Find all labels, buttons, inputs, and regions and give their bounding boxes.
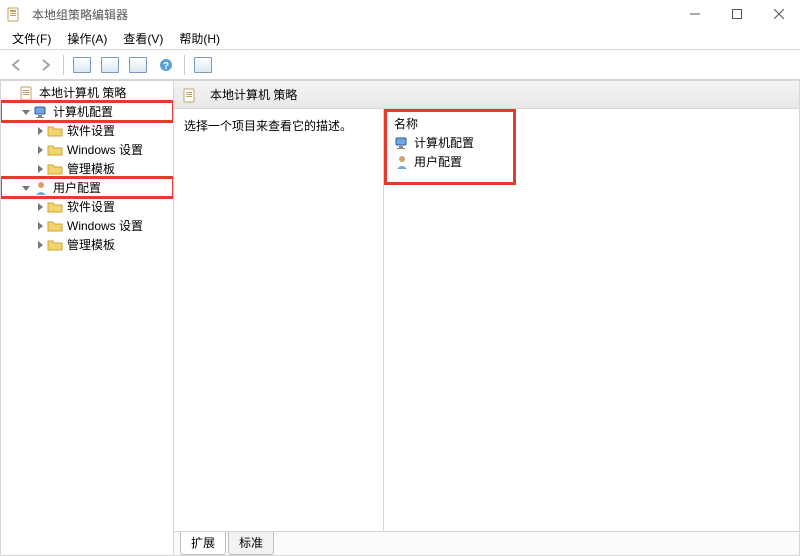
description-prompt: 选择一个项目来查看它的描述。 [184, 119, 352, 133]
folder-icon [47, 218, 63, 234]
minimize-button[interactable] [674, 0, 716, 28]
tree-root[interactable]: 本地计算机 策略 [1, 83, 173, 102]
expand-icon[interactable] [33, 238, 47, 252]
menu-file[interactable]: 文件(F) [4, 28, 59, 49]
user-icon [394, 154, 410, 170]
tree-label: 管理模板 [67, 160, 115, 177]
tree-comp-windows[interactable]: Windows 设置 [1, 140, 173, 159]
tree-comp-software[interactable]: 软件设置 [1, 121, 173, 140]
tree-computer-config[interactable]: 计算机配置 [1, 102, 173, 121]
list-header-name[interactable]: 名称 [390, 113, 793, 133]
main-area: 本地计算机 策略 计算机配置 软件设置 Windows 设置 [0, 80, 800, 556]
tree-user-config-label: 用户配置 [53, 179, 101, 196]
toolbar-export-button[interactable] [125, 53, 151, 77]
tree-label: 软件设置 [67, 122, 115, 139]
toolbar-view-button[interactable] [69, 53, 95, 77]
tree-user-software[interactable]: 软件设置 [1, 197, 173, 216]
user-icon [33, 180, 49, 196]
expand-icon[interactable] [19, 181, 33, 195]
tab-extended[interactable]: 扩展 [180, 532, 226, 555]
expand-icon[interactable] [33, 124, 47, 138]
content-tabs: 扩展 标准 [174, 531, 799, 555]
tree-user-config[interactable]: 用户配置 [1, 178, 173, 197]
window-controls [674, 0, 800, 28]
folder-icon [47, 161, 63, 177]
tree-root-label: 本地计算机 策略 [39, 84, 126, 101]
expand-icon[interactable] [33, 143, 47, 157]
menu-action[interactable]: 操作(A) [59, 28, 115, 49]
toolbar-help-button[interactable]: ? [153, 53, 179, 77]
description-column: 选择一个项目来查看它的描述。 [174, 109, 384, 531]
toolbar: ? [0, 50, 800, 80]
toolbar-refresh-button[interactable] [97, 53, 123, 77]
computer-icon [33, 104, 49, 120]
list-item-label: 用户配置 [414, 153, 462, 170]
tree-pane[interactable]: 本地计算机 策略 计算机配置 软件设置 Windows 设置 [0, 80, 174, 556]
computer-icon [394, 135, 410, 151]
svg-text:?: ? [163, 61, 169, 72]
maximize-button[interactable] [716, 0, 758, 28]
menu-help[interactable]: 帮助(H) [171, 28, 228, 49]
expand-icon[interactable] [19, 105, 33, 119]
tree-label: Windows 设置 [67, 217, 143, 234]
expand-icon[interactable] [33, 219, 47, 233]
app-icon [6, 6, 22, 22]
folder-icon [47, 237, 63, 253]
tree-label: Windows 设置 [67, 141, 143, 158]
tab-standard[interactable]: 标准 [228, 532, 274, 555]
tree-user-templates[interactable]: 管理模板 [1, 235, 173, 254]
window-title: 本地组策略编辑器 [32, 6, 128, 23]
content-body: 选择一个项目来查看它的描述。 名称 计算机配置 用户配置 [174, 109, 799, 531]
back-button[interactable] [4, 53, 30, 77]
folder-icon [47, 123, 63, 139]
toolbar-details-button[interactable] [190, 53, 216, 77]
close-button[interactable] [758, 0, 800, 28]
tree-computer-config-label: 计算机配置 [53, 103, 113, 120]
policy-doc-icon [19, 85, 35, 101]
content-pane: 本地计算机 策略 选择一个项目来查看它的描述。 名称 计算机配置 [174, 80, 800, 556]
list-column: 名称 计算机配置 用户配置 [384, 109, 799, 531]
expand-icon[interactable] [33, 200, 47, 214]
list-item-user-config[interactable]: 用户配置 [390, 152, 793, 171]
list-item-label: 计算机配置 [414, 134, 474, 151]
tree-user-windows[interactable]: Windows 设置 [1, 216, 173, 235]
content-header: 本地计算机 策略 [174, 81, 799, 109]
folder-icon [47, 199, 63, 215]
menubar: 文件(F) 操作(A) 查看(V) 帮助(H) [0, 28, 800, 50]
toolbar-separator [63, 55, 64, 75]
content-header-title: 本地计算机 策略 [210, 86, 297, 103]
tree-comp-templates[interactable]: 管理模板 [1, 159, 173, 178]
folder-icon [47, 142, 63, 158]
expand-icon[interactable] [33, 162, 47, 176]
list-item-computer-config[interactable]: 计算机配置 [390, 133, 793, 152]
tree-label: 管理模板 [67, 236, 115, 253]
tree-label: 软件设置 [67, 198, 115, 215]
policy-doc-icon [182, 87, 198, 103]
menu-view[interactable]: 查看(V) [115, 28, 171, 49]
window-titlebar: 本地组策略编辑器 [0, 0, 800, 28]
forward-button[interactable] [32, 53, 58, 77]
toolbar-separator [184, 55, 185, 75]
